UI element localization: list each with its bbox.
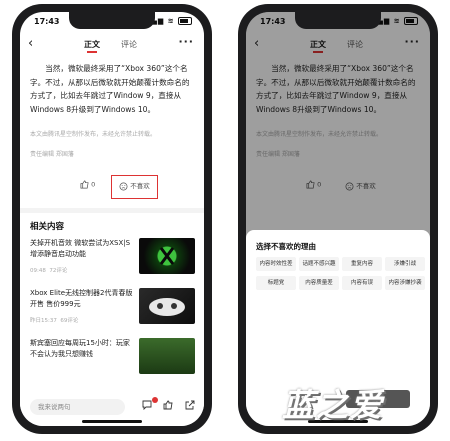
- bottom-bar: 我来说两句: [20, 394, 204, 426]
- like-count: 0: [91, 180, 96, 189]
- reaction-bar: 0 不喜欢: [20, 170, 204, 200]
- reason-option[interactable]: 内容涉嫌抄袭: [385, 276, 425, 290]
- reason-option[interactable]: 内容有误: [342, 276, 382, 290]
- controller-icon: [149, 298, 185, 316]
- comment-icon[interactable]: [142, 400, 152, 413]
- tab-comments[interactable]: 评论: [121, 39, 137, 50]
- reason-option[interactable]: 内容质量差: [299, 276, 339, 290]
- top-nav: ‹ 正文 评论 ···: [20, 34, 204, 56]
- left-screen: 17:43 ▂▄▆ ≋ ‹ 正文 评论 ··· 当然，微软最终采用了“Xbox …: [20, 12, 204, 426]
- news-comments: 69评论: [60, 318, 79, 324]
- share-icon[interactable]: [185, 400, 195, 413]
- news-time: 昨日15:37: [30, 318, 57, 324]
- reason-option[interactable]: 涉嫌引战: [385, 257, 425, 271]
- news-item[interactable]: Xbox Elite无线控制器2代青春版开售 售价999元 昨日15:37 69…: [30, 288, 195, 336]
- news-title: 关掉开机音效 微软尝试为XSX|S增添静音启动功能: [30, 239, 131, 258]
- dislike-label: 不喜欢: [130, 182, 150, 190]
- thumbs-up-icon[interactable]: [163, 400, 173, 413]
- source-note: 本文由腾讯星空制作发布，未经允许禁止转载。: [30, 131, 157, 138]
- news-meta: 昨日15:37 69评论: [30, 316, 78, 324]
- left-phone: 17:43 ▂▄▆ ≋ ‹ 正文 评论 ··· 当然，微软最终采用了“Xbox …: [12, 4, 212, 434]
- article-paragraph: 当然，微软最终采用了“Xbox 360”这个名字。不过，从那以后微软就开始颠覆计…: [30, 64, 190, 114]
- xbox-logo-icon: [159, 247, 175, 265]
- reason-option[interactable]: 内容时效性差: [256, 257, 296, 271]
- dislike-button[interactable]: 不喜欢: [111, 175, 158, 199]
- article-body: 当然，微软最终采用了“Xbox 360”这个名字。不过，从那以后微软就开始颠覆计…: [30, 62, 195, 116]
- reason-option[interactable]: 话题不感兴趣: [299, 257, 339, 271]
- thumbs-up-icon: [80, 180, 89, 189]
- like-button[interactable]: 0: [80, 180, 95, 189]
- comment-input[interactable]: 我来说两句: [30, 399, 125, 415]
- news-thumbnail: [139, 238, 195, 274]
- back-icon[interactable]: ‹: [28, 36, 33, 51]
- related-title: 相关内容: [30, 222, 65, 232]
- more-icon[interactable]: ···: [178, 35, 194, 48]
- news-title: 斯宾塞回应每周玩15小时：玩家不会认为我只想赚钱: [30, 339, 130, 358]
- tab-article[interactable]: 正文: [84, 39, 100, 53]
- notch: [69, 12, 155, 29]
- comment-badge: [152, 397, 158, 403]
- sheet-title: 选择不喜欢的理由: [256, 242, 316, 251]
- news-thumbnail: [139, 338, 195, 374]
- reason-option[interactable]: 重复内容: [342, 257, 382, 271]
- status-time: 17:43: [34, 17, 60, 26]
- news-item[interactable]: 关掉开机音效 微软尝试为XSX|S增添静音启动功能 09:48 72评论: [30, 238, 195, 286]
- battery-icon: [178, 17, 192, 25]
- right-phone: 17:43 ▂▄▆ ≋ ‹ 正文 评论 ··· 当然，微软最终采用了“Xbox …: [238, 4, 438, 434]
- divider: [20, 208, 204, 213]
- news-time: 09:48: [30, 268, 46, 274]
- reason-option[interactable]: 标题党: [256, 276, 296, 290]
- news-title: Xbox Elite无线控制器2代青春版开售 售价999元: [30, 289, 133, 308]
- site-watermark: 蓝之爱: [282, 386, 385, 424]
- notch: [295, 12, 381, 29]
- news-item[interactable]: 斯宾塞回应每周玩15小时：玩家不会认为我只想赚钱: [30, 338, 195, 386]
- right-screen: 17:43 ▂▄▆ ≋ ‹ 正文 评论 ··· 当然，微软最终采用了“Xbox …: [246, 12, 430, 426]
- news-thumbnail: [139, 288, 195, 324]
- frown-icon: [119, 182, 128, 190]
- news-comments: 72评论: [49, 268, 68, 274]
- editor-credit: 责任编辑 郑国藩: [30, 151, 74, 158]
- news-meta: 09:48 72评论: [30, 266, 67, 274]
- home-indicator: [82, 420, 142, 423]
